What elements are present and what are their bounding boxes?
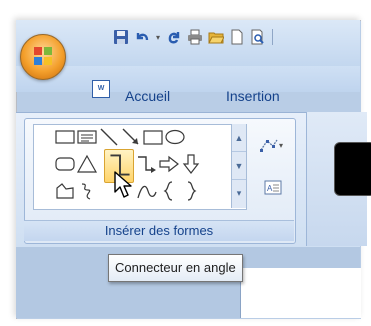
gallery-scroll-down[interactable]: ▼ bbox=[232, 152, 246, 180]
shape-oval[interactable] bbox=[164, 126, 186, 148]
mouse-pointer-icon bbox=[114, 171, 132, 198]
edit-shape-icon[interactable]: ▾ bbox=[259, 138, 285, 161]
shape-elbow-arrow[interactable] bbox=[136, 153, 158, 175]
shape-scribble[interactable] bbox=[76, 180, 98, 202]
redo-icon[interactable] bbox=[165, 28, 183, 46]
print-icon[interactable] bbox=[186, 28, 204, 46]
tooltip: Connecteur en angle bbox=[108, 254, 243, 282]
document-canvas[interactable] bbox=[240, 268, 361, 318]
print-preview-icon[interactable] bbox=[249, 28, 267, 46]
shape-down-arrow[interactable] bbox=[180, 153, 202, 175]
shape-text-box-rect[interactable] bbox=[54, 126, 76, 148]
new-document-icon[interactable] bbox=[228, 28, 246, 46]
shape-rounded-rectangle[interactable] bbox=[54, 153, 76, 175]
shape-rectangle[interactable] bbox=[142, 126, 164, 148]
office-button-icon bbox=[34, 47, 52, 65]
open-folder-icon[interactable] bbox=[207, 28, 225, 46]
svg-text:▾: ▾ bbox=[279, 141, 283, 150]
shape-text-box[interactable] bbox=[76, 126, 98, 148]
gallery-scroll-up[interactable]: ▲ bbox=[232, 124, 246, 152]
gallery-more[interactable]: ▾ bbox=[232, 180, 246, 207]
tab-insert[interactable]: Insertion bbox=[226, 88, 280, 104]
gallery-scrollbar: ▲ ▼ ▾ bbox=[231, 124, 246, 208]
shape-curve[interactable] bbox=[136, 180, 158, 202]
undo-icon[interactable] bbox=[133, 28, 151, 46]
tab-home[interactable]: Accueil bbox=[125, 88, 170, 104]
document-icon: W bbox=[92, 80, 110, 98]
toolbar-separator bbox=[272, 29, 273, 45]
undo-dropdown-icon[interactable]: ▾ bbox=[154, 28, 162, 46]
shape-left-brace[interactable] bbox=[158, 180, 180, 202]
text-box-icon[interactable]: A bbox=[264, 180, 282, 201]
shape-arrow[interactable] bbox=[120, 126, 142, 148]
office-button[interactable] bbox=[20, 34, 66, 80]
shape-triangle[interactable] bbox=[76, 153, 98, 175]
shape-right-brace[interactable] bbox=[180, 180, 202, 202]
shape-freeform[interactable] bbox=[54, 180, 76, 202]
tabs-row bbox=[16, 66, 360, 92]
shape-line[interactable] bbox=[98, 126, 120, 148]
save-icon[interactable] bbox=[112, 28, 130, 46]
svg-text:A: A bbox=[267, 184, 273, 193]
quick-access-toolbar: ▾ bbox=[112, 26, 275, 48]
group-label: Insérer des formes bbox=[24, 220, 294, 241]
shape-right-arrow[interactable] bbox=[158, 153, 180, 175]
slide-thumbnail[interactable] bbox=[334, 142, 371, 196]
